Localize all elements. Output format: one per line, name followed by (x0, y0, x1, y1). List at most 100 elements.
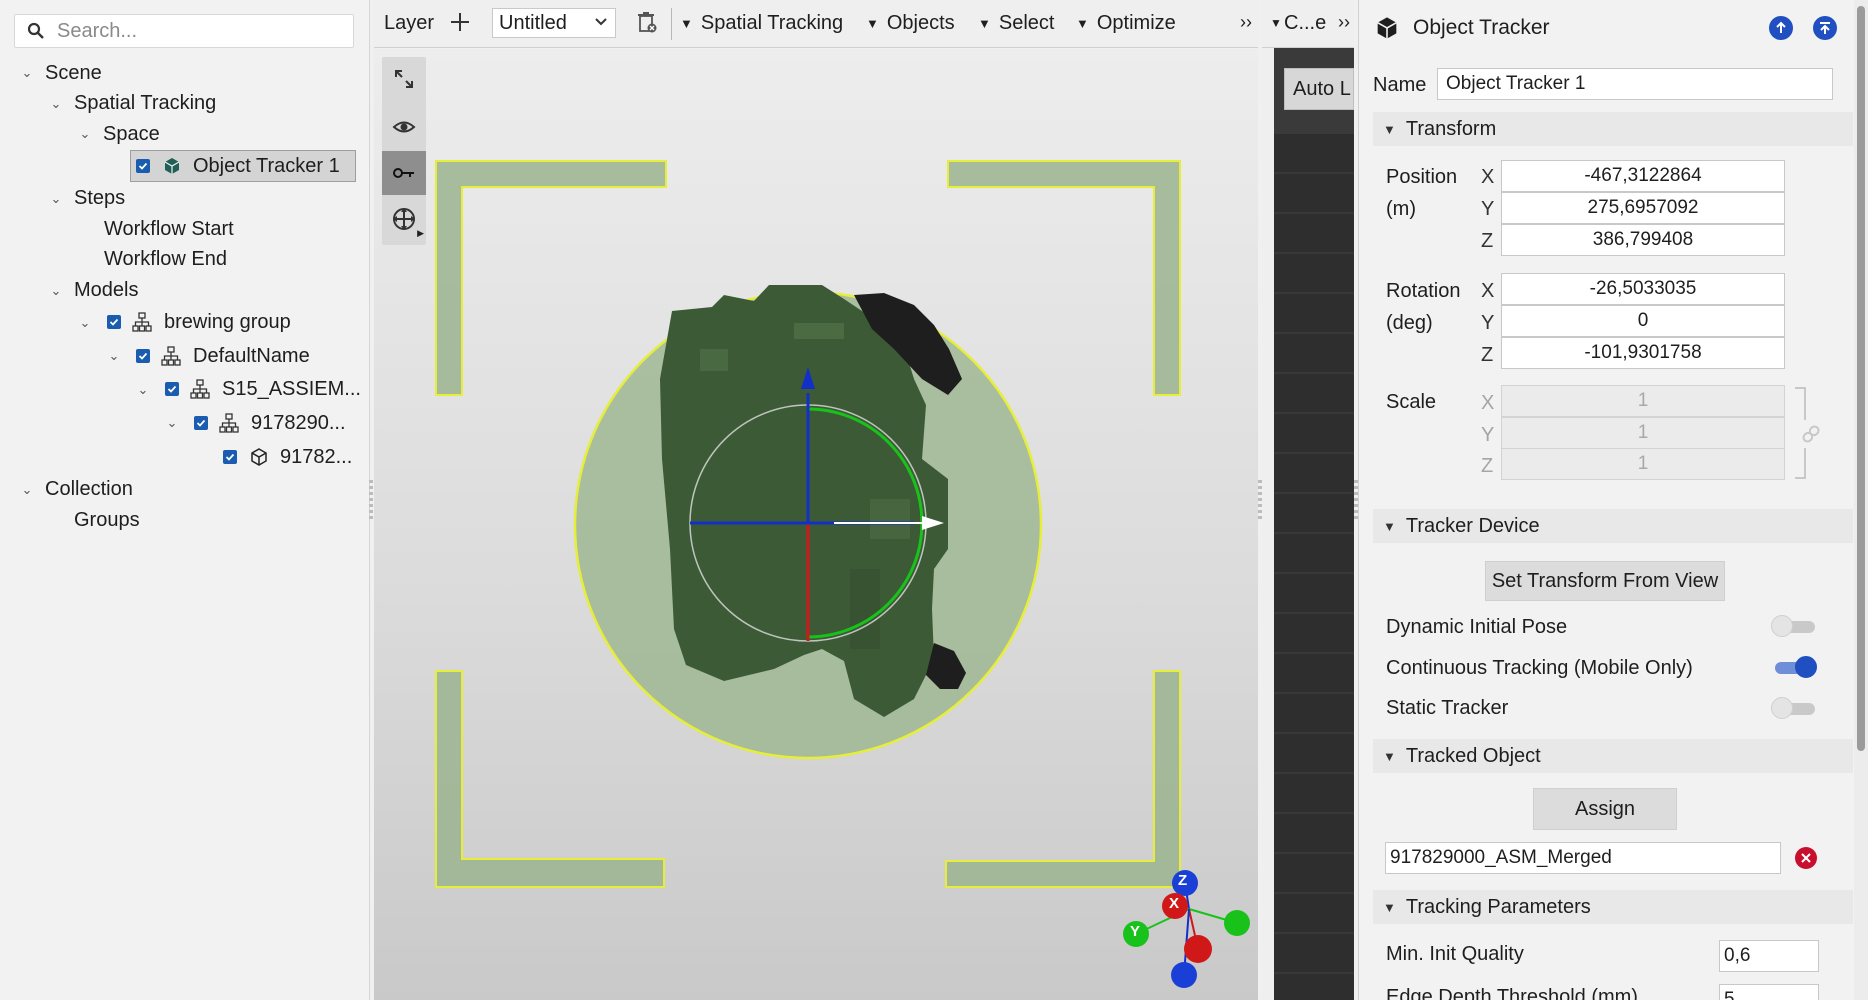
min-init-quality-input[interactable]: 0,6 (1719, 940, 1819, 972)
chevron-down-icon[interactable]: ⌄ (20, 482, 34, 497)
section-title: Tracker Device (1405, 514, 1540, 537)
transform-section-header[interactable]: ▼ Transform (1373, 112, 1853, 146)
tree-node-collection[interactable]: ⌄ Collection (0, 474, 370, 505)
chevron-down-icon (595, 18, 607, 26)
visibility-checkbox[interactable] (194, 416, 208, 430)
caret-down-icon: ▼ (1383, 899, 1396, 915)
inspector-title: Object Tracker (1413, 16, 1550, 39)
tree-node-steps[interactable]: ⌄ Steps (0, 183, 370, 214)
search-box[interactable] (14, 14, 354, 48)
objects-menu[interactable]: ▼ Objects (866, 12, 955, 35)
min-init-quality-label: Min. Init Quality (1386, 943, 1524, 965)
dynamic-initial-pose-toggle[interactable] (1771, 615, 1817, 637)
tracking-parameters-section-header[interactable]: ▼ Tracking Parameters (1373, 890, 1853, 924)
edge-depth-threshold-input[interactable]: 5 (1719, 984, 1819, 1000)
chevron-down-icon[interactable]: ⌄ (49, 283, 63, 298)
chevron-down-icon[interactable]: ⌄ (49, 96, 63, 111)
name-input[interactable]: Object Tracker 1 (1437, 68, 1833, 100)
position-y-input[interactable]: 275,6957092 (1501, 192, 1785, 224)
tree-node-object-tracker[interactable]: Object Tracker 1 (0, 149, 370, 183)
chevron-down-icon[interactable]: ⌄ (136, 382, 150, 397)
3d-viewport[interactable]: Z X Y ▶ (374, 49, 1258, 1000)
clear-tracked-object-button[interactable] (1795, 847, 1817, 869)
position-label: Position (1386, 166, 1458, 188)
static-tracker-toggle[interactable] (1771, 697, 1817, 719)
scale-z-input: 1 (1501, 448, 1785, 480)
toolbar-overflow-button[interactable]: ›› (1240, 12, 1252, 33)
tracked-object-section-header[interactable]: ▼ Tracked Object (1373, 739, 1853, 773)
axis-y-label: Y (1481, 424, 1495, 446)
tree-node-groups[interactable]: Groups (0, 505, 370, 535)
rotation-z-input[interactable]: -101,9301758 (1501, 337, 1785, 369)
tree-node-workflow-start[interactable]: Workflow Start (0, 214, 370, 244)
expand-icon (395, 70, 413, 88)
field-value: 0,6 (1724, 945, 1751, 966)
position-x-input[interactable]: -467,3122864 (1501, 160, 1785, 192)
tree-node-spatial-tracking[interactable]: ⌄ Spatial Tracking (0, 88, 370, 119)
link-scale-icon[interactable] (1793, 386, 1823, 482)
rotation-y-input[interactable]: 0 (1501, 305, 1785, 337)
tracked-object-field[interactable]: 917829000_ASM_Merged (1385, 842, 1781, 874)
delete-layer-button[interactable] (636, 10, 658, 34)
move-to-top-button[interactable] (1813, 16, 1837, 40)
scrollbar-thumb[interactable] (1857, 6, 1865, 751)
fullscreen-button[interactable] (382, 57, 426, 101)
chevron-down-icon[interactable]: ⌄ (49, 191, 63, 206)
hierarchy-icon (132, 312, 152, 332)
secondary-panel-title[interactable]: C...e (1284, 12, 1326, 35)
visibility-checkbox[interactable] (223, 450, 237, 464)
menu-label: Optimize (1096, 12, 1176, 34)
spatial-tracking-menu[interactable]: ▼ Spatial Tracking (680, 12, 843, 35)
layer-label: Layer (384, 12, 435, 34)
tree-label: Workflow End (104, 248, 228, 270)
assign-button[interactable]: Assign (1533, 788, 1677, 830)
caret-down-icon: ▼ (1383, 518, 1396, 534)
gizmo-label-z: Z (1178, 872, 1188, 889)
tracker-device-section-header[interactable]: ▼ Tracker Device (1373, 509, 1853, 543)
visibility-checkbox[interactable] (165, 382, 179, 396)
chevron-down-icon[interactable]: ⌄ (165, 415, 179, 430)
visibility-checkbox[interactable] (136, 349, 150, 363)
section-title: Tracking Parameters (1405, 895, 1591, 918)
tree-label: Groups (74, 508, 140, 531)
chevron-down-icon[interactable]: ⌄ (78, 126, 92, 141)
tree-node-91782[interactable]: 91782... (0, 440, 370, 474)
inspector-header: Object Tracker (1373, 10, 1853, 46)
transform-tool-button[interactable]: ▶ (382, 197, 426, 241)
field-value: 275,6957092 (1587, 197, 1699, 218)
tree-node-9178290[interactable]: ⌄ 9178290... (0, 406, 370, 440)
tree-node-scene[interactable]: ⌄ Scene (0, 58, 370, 88)
position-z-input[interactable]: 386,799408 (1501, 224, 1785, 256)
visibility-checkbox[interactable] (107, 315, 121, 329)
search-input[interactable] (57, 19, 327, 43)
continuous-tracking-toggle[interactable] (1771, 656, 1817, 678)
tree-node-workflow-end[interactable]: Workflow End (0, 244, 370, 275)
chevron-down-icon[interactable]: ⌄ (20, 65, 34, 80)
visibility-checkbox[interactable] (136, 159, 150, 173)
tree-node-models[interactable]: ⌄ Models (0, 275, 370, 306)
chevron-down-icon[interactable]: ⌄ (107, 348, 121, 363)
optimize-menu[interactable]: ▼ Optimize (1076, 12, 1176, 35)
tree-node-s15[interactable]: ⌄ S15_ASSIEM... (0, 373, 370, 406)
tree-node-space[interactable]: ⌄ Space (0, 119, 370, 149)
select-menu[interactable]: ▼ Select (978, 12, 1054, 35)
tree-node-default-name[interactable]: ⌄ DefaultName (0, 339, 370, 373)
timeline-area (1274, 134, 1354, 1000)
move-up-button[interactable] (1769, 16, 1793, 40)
secondary-overflow-button[interactable]: ›› (1338, 12, 1350, 33)
view-toggle-button[interactable] (382, 105, 426, 149)
inspector-scrollbar[interactable] (1854, 0, 1868, 1000)
move-tool-button[interactable] (382, 151, 426, 195)
auto-layout-button[interactable]: Auto L (1284, 68, 1354, 110)
add-layer-button[interactable] (448, 10, 472, 34)
splitter-handle[interactable] (369, 480, 373, 520)
set-transform-from-view-button[interactable]: Set Transform From View (1485, 561, 1725, 601)
tree-node-brewing-group[interactable]: ⌄ brewing group (0, 306, 370, 339)
layer-select[interactable]: Untitled (492, 8, 616, 38)
rotation-x-input[interactable]: -26,5033035 (1501, 273, 1785, 305)
section-title: Transform (1405, 117, 1497, 140)
chevron-down-icon[interactable]: ⌄ (78, 315, 92, 330)
scene-tree: ⌄ Scene ⌄ Spatial Tracking ⌄ Space Objec… (0, 58, 370, 535)
field-value: 917829000_ASM_Merged (1390, 847, 1612, 868)
name-value: Object Tracker 1 (1446, 73, 1586, 94)
